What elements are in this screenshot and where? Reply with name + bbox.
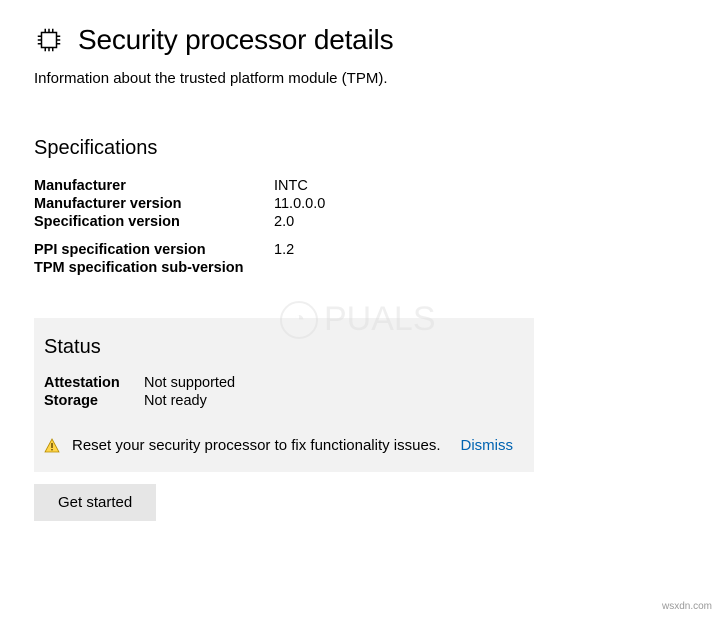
dismiss-link[interactable]: Dismiss (460, 437, 513, 454)
spec-value: 11.0.0.0 (274, 196, 686, 212)
spec-label: Specification version (34, 214, 274, 230)
spec-label: TPM specification sub-version (34, 260, 274, 276)
spec-value: 2.0 (274, 214, 686, 230)
attribution: wsxdn.com (662, 601, 712, 612)
status-grid: Attestation Not supported Storage Not re… (44, 375, 524, 409)
spec-value: 1.2 (274, 242, 686, 258)
page-subtitle: Information about the trusted platform m… (34, 70, 686, 87)
spec-group-2: PPI specification version 1.2 TPM specif… (34, 242, 686, 276)
spec-label: Manufacturer version (34, 196, 274, 212)
page-header: Security processor details (34, 24, 686, 56)
spec-label: Manufacturer (34, 178, 274, 194)
alert-row: Reset your security processor to fix fun… (44, 437, 524, 454)
status-label: Attestation (44, 375, 144, 391)
status-section: Status Attestation Not supported Storage… (34, 318, 534, 472)
status-title: Status (44, 336, 524, 359)
status-value: Not ready (144, 393, 524, 409)
get-started-button[interactable]: Get started (34, 484, 156, 521)
alert-message: Reset your security processor to fix fun… (72, 437, 440, 454)
spec-group-1: Manufacturer INTC Manufacturer version 1… (34, 178, 686, 230)
specifications-title: Specifications (34, 137, 686, 160)
status-label: Storage (44, 393, 144, 409)
status-value: Not supported (144, 375, 524, 391)
spec-value (274, 260, 686, 276)
warning-icon (44, 438, 60, 454)
page-title: Security processor details (78, 24, 393, 56)
chip-icon (34, 25, 64, 55)
spec-label: PPI specification version (34, 242, 274, 258)
spec-value: INTC (274, 178, 686, 194)
